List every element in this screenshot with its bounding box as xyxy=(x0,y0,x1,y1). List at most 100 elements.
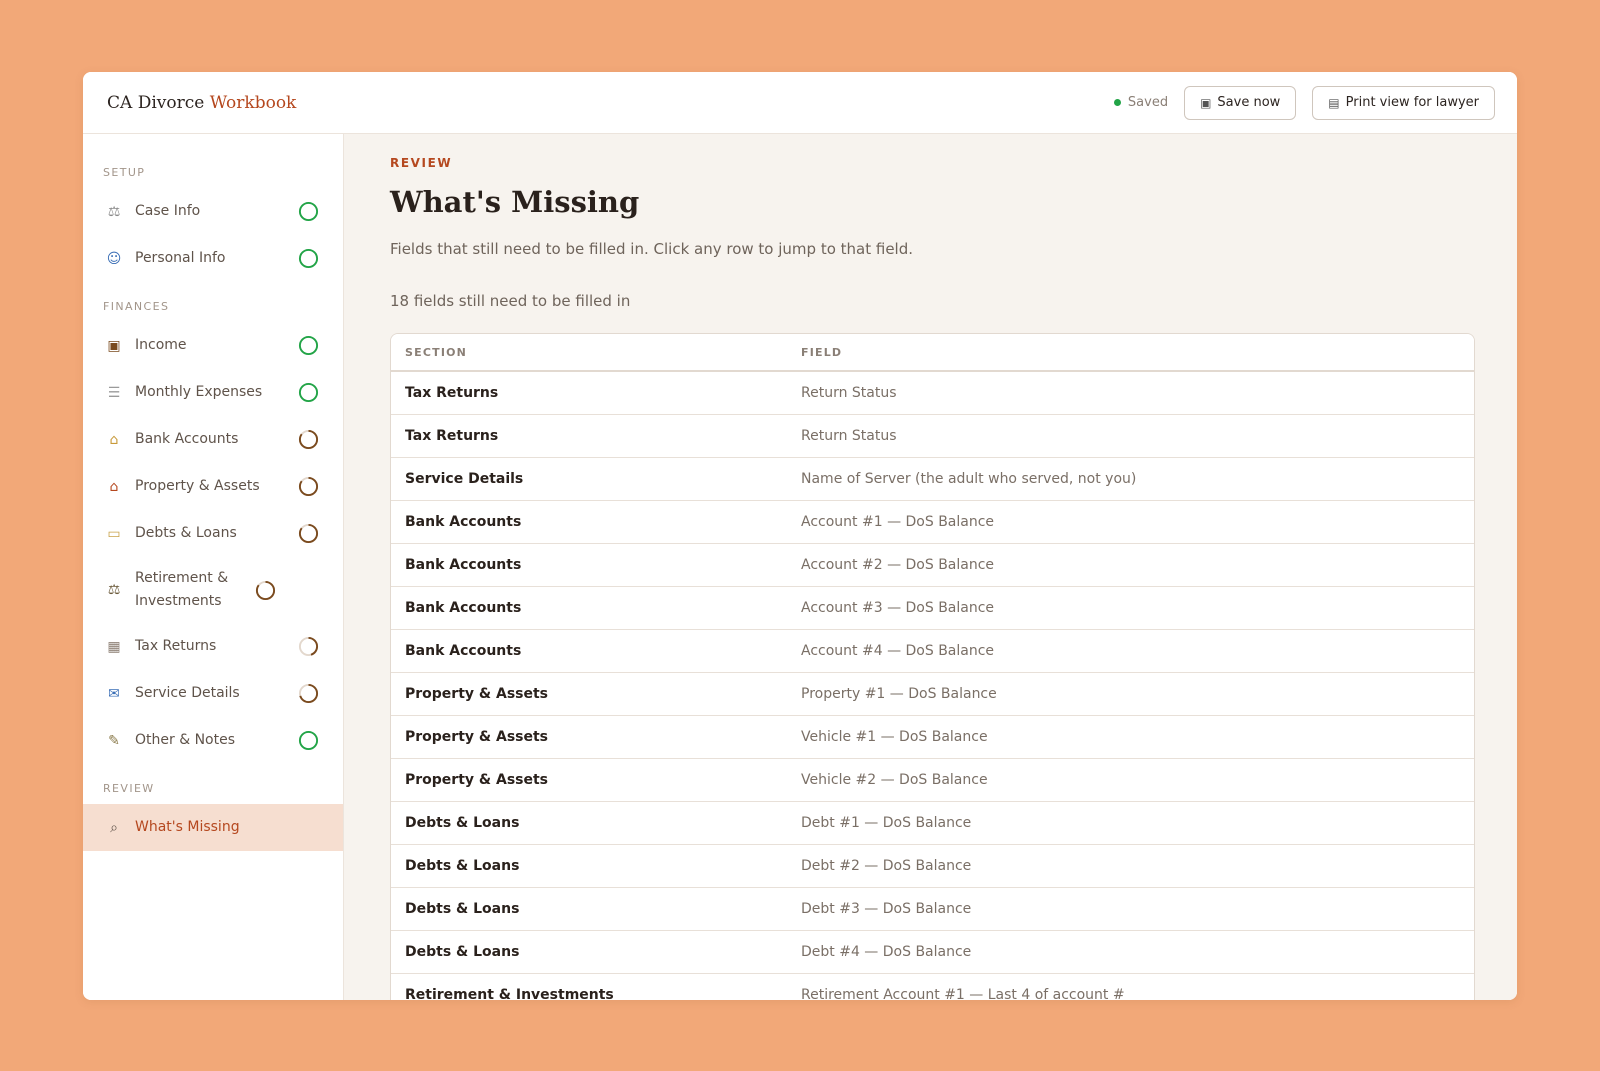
sidebar-item-tax-returns[interactable]: ▦ Tax Returns xyxy=(83,623,343,670)
partial-status-icon xyxy=(298,476,319,497)
row-section: Bank Accounts xyxy=(405,557,522,573)
sidebar-item-label: Property & Assets xyxy=(135,478,260,494)
page-title: What's Missing xyxy=(390,185,640,219)
section-progress xyxy=(298,523,319,544)
sidebar-section-setup: SETUP xyxy=(103,166,146,179)
table-row[interactable]: Tax Returns Return Status xyxy=(391,415,1474,458)
row-field: Name of Server (the adult who served, no… xyxy=(801,471,1137,487)
row-field: Debt #3 — DoS Balance xyxy=(801,901,972,917)
receipt-icon: ☰ xyxy=(107,384,121,401)
column-header-field: FIELD xyxy=(801,345,843,359)
table-row[interactable]: Debts & Loans Debt #4 — DoS Balance xyxy=(391,931,1474,974)
row-section: Debts & Loans xyxy=(405,901,520,917)
row-field: Vehicle #1 — DoS Balance xyxy=(801,729,988,745)
brand-prefix: CA Divorce xyxy=(107,92,205,113)
page-subtitle: Fields that still need to be filled in. … xyxy=(390,240,914,258)
main-content: REVIEW What's Missing Fields that still … xyxy=(344,134,1517,1000)
partial-status-icon xyxy=(298,523,319,544)
sidebar-item-label: Tax Returns xyxy=(135,638,217,654)
save-now-button[interactable]: ▣ Save now xyxy=(1184,85,1297,120)
sidebar-item-label: Bank Accounts xyxy=(135,431,239,447)
complete-status-icon xyxy=(298,335,319,356)
sidebar-item-label: Debts & Loans xyxy=(135,525,237,541)
document-icon: ▤ xyxy=(1328,95,1340,110)
table-row[interactable]: Bank Accounts Account #2 — DoS Balance xyxy=(391,544,1474,587)
row-section: Property & Assets xyxy=(405,729,549,745)
row-field: Account #4 — DoS Balance xyxy=(801,643,995,659)
table-row[interactable]: Bank Accounts Account #1 — DoS Balance xyxy=(391,501,1474,544)
review-nav: ⌕ What's Missing xyxy=(83,804,343,851)
complete-status-icon xyxy=(298,730,319,751)
table-row[interactable]: Bank Accounts Account #4 — DoS Balance xyxy=(391,630,1474,673)
sidebar-item-label: Service Details xyxy=(135,685,240,701)
sidebar: SETUP ⚖ Case Info ☺ Personal Info FINANCES … xyxy=(83,134,344,1000)
sidebar-item-retirement-investments[interactable]: ⚖ Retirement & Investments xyxy=(83,557,343,623)
print-view-label: Print view for lawyer xyxy=(1345,95,1479,110)
row-section: Property & Assets xyxy=(405,772,549,788)
table-row[interactable]: Debts & Loans Debt #1 — DoS Balance xyxy=(391,802,1474,845)
missing-fields-table: SECTION FIELD Tax Returns Return Status Ta… xyxy=(390,333,1475,1000)
row-field: Retirement Account #1 — Last 4 of accoun… xyxy=(801,987,1125,1000)
top-bar: CA Divorce Workbook Saved ▣ Save now ▤ P… xyxy=(83,72,1517,134)
briefcase-icon: ▣ xyxy=(107,337,121,354)
page-kicker: REVIEW xyxy=(390,156,453,170)
row-section: Retirement & Investments xyxy=(405,987,614,1000)
complete-status-icon xyxy=(298,248,319,269)
floppy-disk-icon: ▣ xyxy=(1200,95,1212,110)
table-row[interactable]: Property & Assets Property #1 — DoS Balan… xyxy=(391,673,1474,716)
table-row[interactable]: Bank Accounts Account #3 — DoS Balance xyxy=(391,587,1474,630)
row-field: Debt #4 — DoS Balance xyxy=(801,944,972,960)
partial-status-icon xyxy=(298,429,319,450)
scales-icon: ⚖ xyxy=(107,203,121,220)
table-row[interactable]: Tax Returns Return Status xyxy=(391,372,1474,415)
section-progress xyxy=(298,248,319,269)
sidebar-section-review: REVIEW xyxy=(103,782,155,795)
print-view-button[interactable]: ▤ Print view for lawyer xyxy=(1312,85,1495,120)
row-section: Debts & Loans xyxy=(405,815,520,831)
sidebar-item-label: Personal Info xyxy=(135,250,226,266)
row-section: Property & Assets xyxy=(405,686,549,702)
save-now-label: Save now xyxy=(1217,95,1281,110)
house-icon: ⌂ xyxy=(109,478,119,495)
finances-nav: ▣ Income ☰ Monthly Expenses ⌂ Bank Accounts ⌂ P… xyxy=(83,322,343,764)
row-section: Tax Returns xyxy=(405,428,499,444)
section-progress xyxy=(298,730,319,751)
sidebar-item-income[interactable]: ▣ Income xyxy=(83,322,343,369)
memo-icon: ✎ xyxy=(108,732,120,749)
table-row[interactable]: Service Details Name of Server (the adult… xyxy=(391,458,1474,501)
table-row[interactable]: Debts & Loans Debt #2 — DoS Balance xyxy=(391,845,1474,888)
row-field: Return Status xyxy=(801,428,897,444)
section-progress xyxy=(298,335,319,356)
section-progress xyxy=(298,636,319,657)
sidebar-item-property-assets[interactable]: ⌂ Property & Assets xyxy=(83,463,343,510)
credit-card-icon: ▭ xyxy=(107,525,121,542)
table-row[interactable]: Property & Assets Vehicle #2 — DoS Balanc… xyxy=(391,759,1474,802)
section-progress xyxy=(298,382,319,403)
table-row[interactable]: Property & Assets Vehicle #1 — DoS Balanc… xyxy=(391,716,1474,759)
row-section: Bank Accounts xyxy=(405,514,522,530)
sidebar-item-what-s-missing[interactable]: ⌕ What's Missing xyxy=(83,804,343,851)
sidebar-section-finances: FINANCES xyxy=(103,300,170,313)
sidebar-item-label: Income xyxy=(135,337,187,353)
complete-status-icon xyxy=(298,382,319,403)
sidebar-item-bank-accounts[interactable]: ⌂ Bank Accounts xyxy=(83,416,343,463)
row-field: Vehicle #2 — DoS Balance xyxy=(801,772,988,788)
row-field: Return Status xyxy=(801,385,897,401)
table-row[interactable]: Retirement & Investments Retirement Accou… xyxy=(391,974,1474,1000)
sidebar-item-monthly-expenses[interactable]: ☰ Monthly Expenses xyxy=(83,369,343,416)
section-progress xyxy=(255,580,276,601)
row-field: Debt #2 — DoS Balance xyxy=(801,858,972,874)
sidebar-item-personal-info[interactable]: ☺ Personal Info xyxy=(83,235,343,282)
sidebar-item-other-notes[interactable]: ✎ Other & Notes xyxy=(83,717,343,764)
sidebar-item-label: What's Missing xyxy=(135,819,240,835)
top-actions: Saved ▣ Save now ▤ Print view for lawyer xyxy=(1113,85,1495,120)
sidebar-item-service-details[interactable]: ✉ Service Details xyxy=(83,670,343,717)
row-field: Account #3 — DoS Balance xyxy=(801,600,995,616)
sidebar-item-label: Monthly Expenses xyxy=(135,384,263,400)
saved-label: Saved xyxy=(1127,95,1169,110)
sidebar-item-case-info[interactable]: ⚖ Case Info xyxy=(83,188,343,235)
person-icon: ☺ xyxy=(106,250,122,267)
table-row[interactable]: Debts & Loans Debt #3 — DoS Balance xyxy=(391,888,1474,931)
sidebar-item-debts-loans[interactable]: ▭ Debts & Loans xyxy=(83,510,343,557)
section-progress xyxy=(298,429,319,450)
